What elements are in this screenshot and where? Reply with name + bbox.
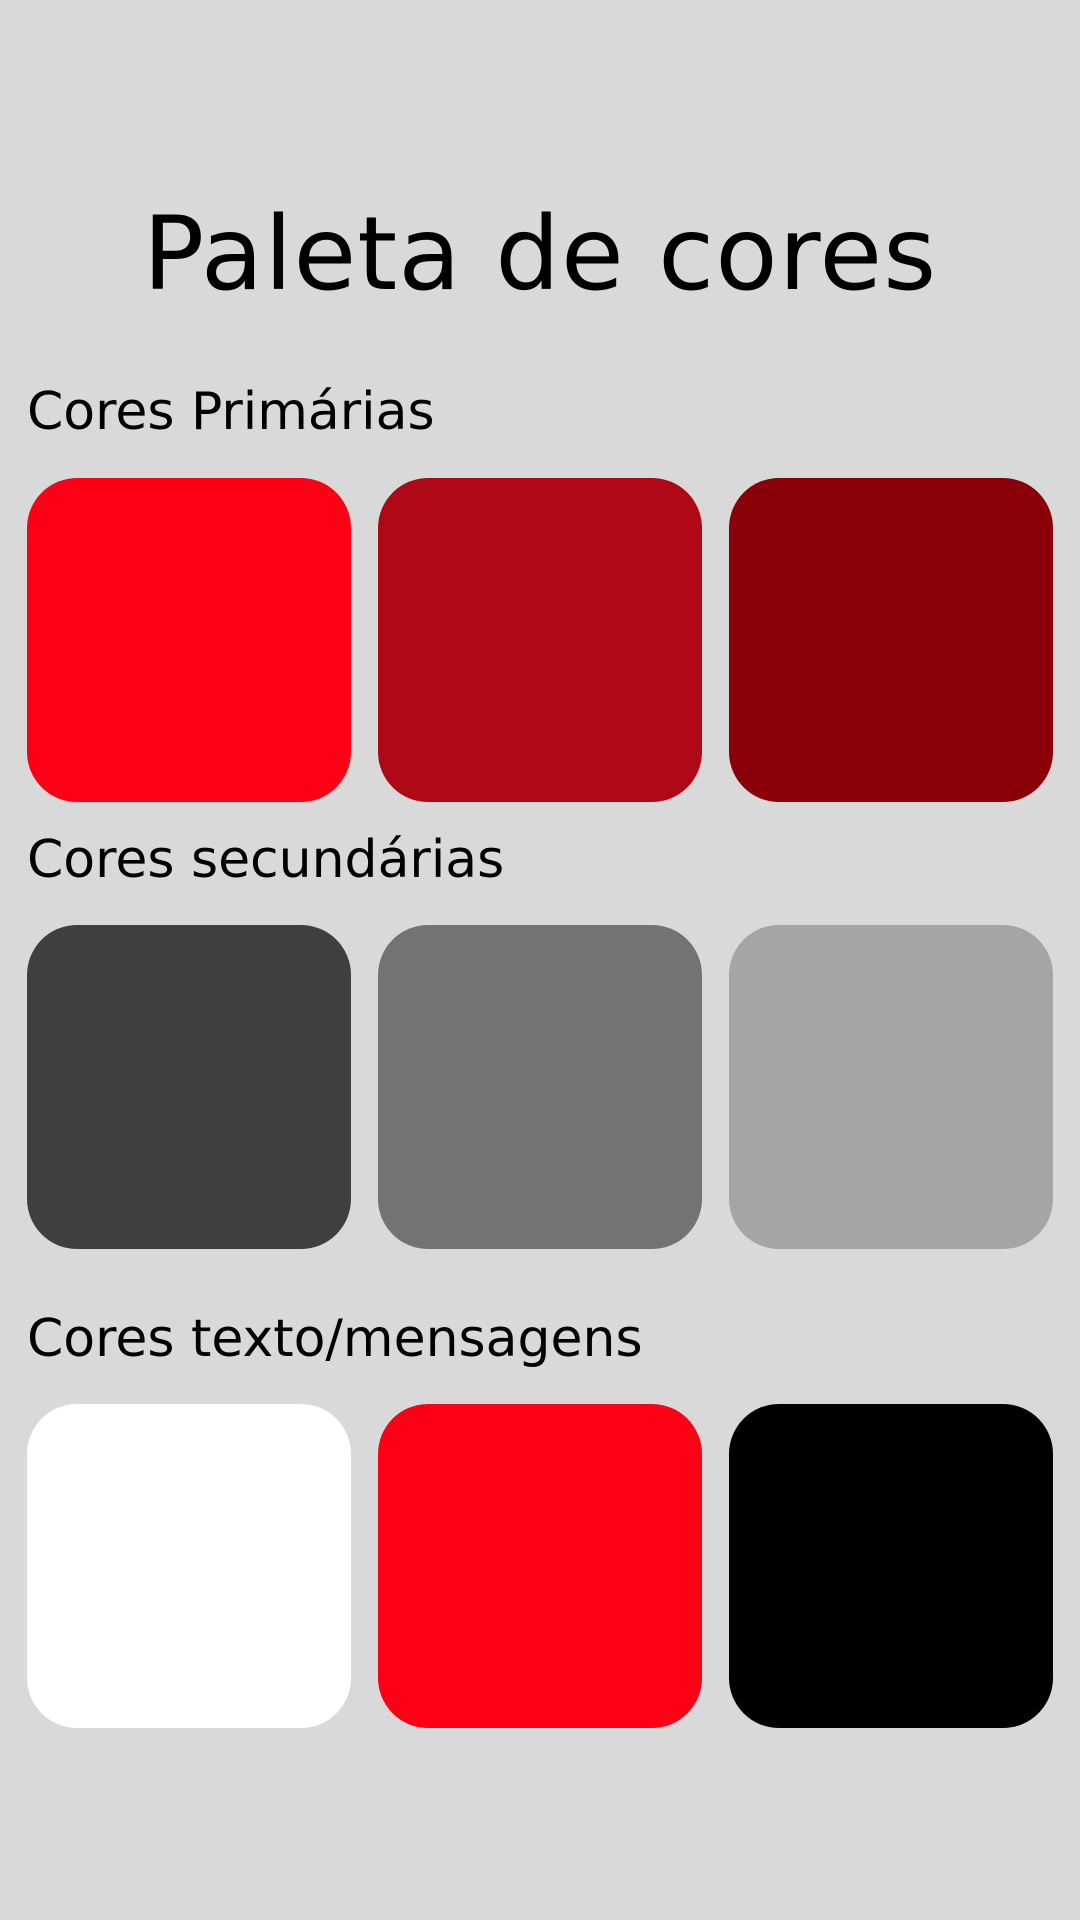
swatch-row-text-messages	[27, 1404, 1053, 1728]
color-swatch	[729, 478, 1053, 802]
color-swatch	[729, 1404, 1053, 1728]
color-swatch	[378, 478, 702, 802]
color-swatch	[27, 1404, 351, 1728]
page-title: Paleta de cores	[142, 195, 938, 314]
section-title-primary-colors: Cores Primárias	[27, 382, 435, 442]
color-swatch	[27, 478, 351, 802]
color-swatch	[27, 925, 351, 1249]
color-swatch	[378, 1404, 702, 1728]
color-swatch	[729, 925, 1053, 1249]
swatch-row-primary	[27, 478, 1053, 802]
section-title-secondary-colors: Cores secundárias	[27, 830, 505, 890]
section-title-text-message-colors: Cores texto/mensagens	[27, 1309, 643, 1369]
color-swatch	[378, 925, 702, 1249]
swatch-row-secondary	[27, 925, 1053, 1249]
